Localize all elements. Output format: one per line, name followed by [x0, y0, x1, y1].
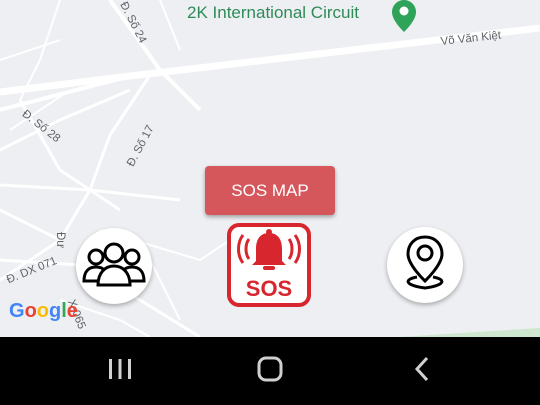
home-button[interactable] — [250, 356, 290, 387]
recent-apps-button[interactable] — [100, 357, 140, 385]
system-nav-bar — [0, 337, 540, 405]
group-people-icon — [81, 241, 147, 292]
poi-label[interactable]: 2K International Circuit — [187, 3, 359, 23]
home-icon — [257, 356, 283, 387]
sos-button[interactable]: SOS — [227, 223, 311, 307]
back-icon — [412, 356, 432, 387]
alarm-bell-icon — [237, 227, 301, 280]
back-button[interactable] — [402, 356, 442, 387]
location-pin-icon — [399, 233, 451, 298]
road-label: Đư — [54, 232, 66, 249]
sos-label: SOS — [245, 276, 293, 301]
location-button[interactable] — [387, 227, 463, 303]
google-logo: Google — [9, 300, 78, 322]
sos-map-button[interactable]: SOS MAP — [205, 166, 335, 215]
recent-apps-icon — [107, 357, 133, 386]
group-button[interactable] — [76, 228, 152, 304]
